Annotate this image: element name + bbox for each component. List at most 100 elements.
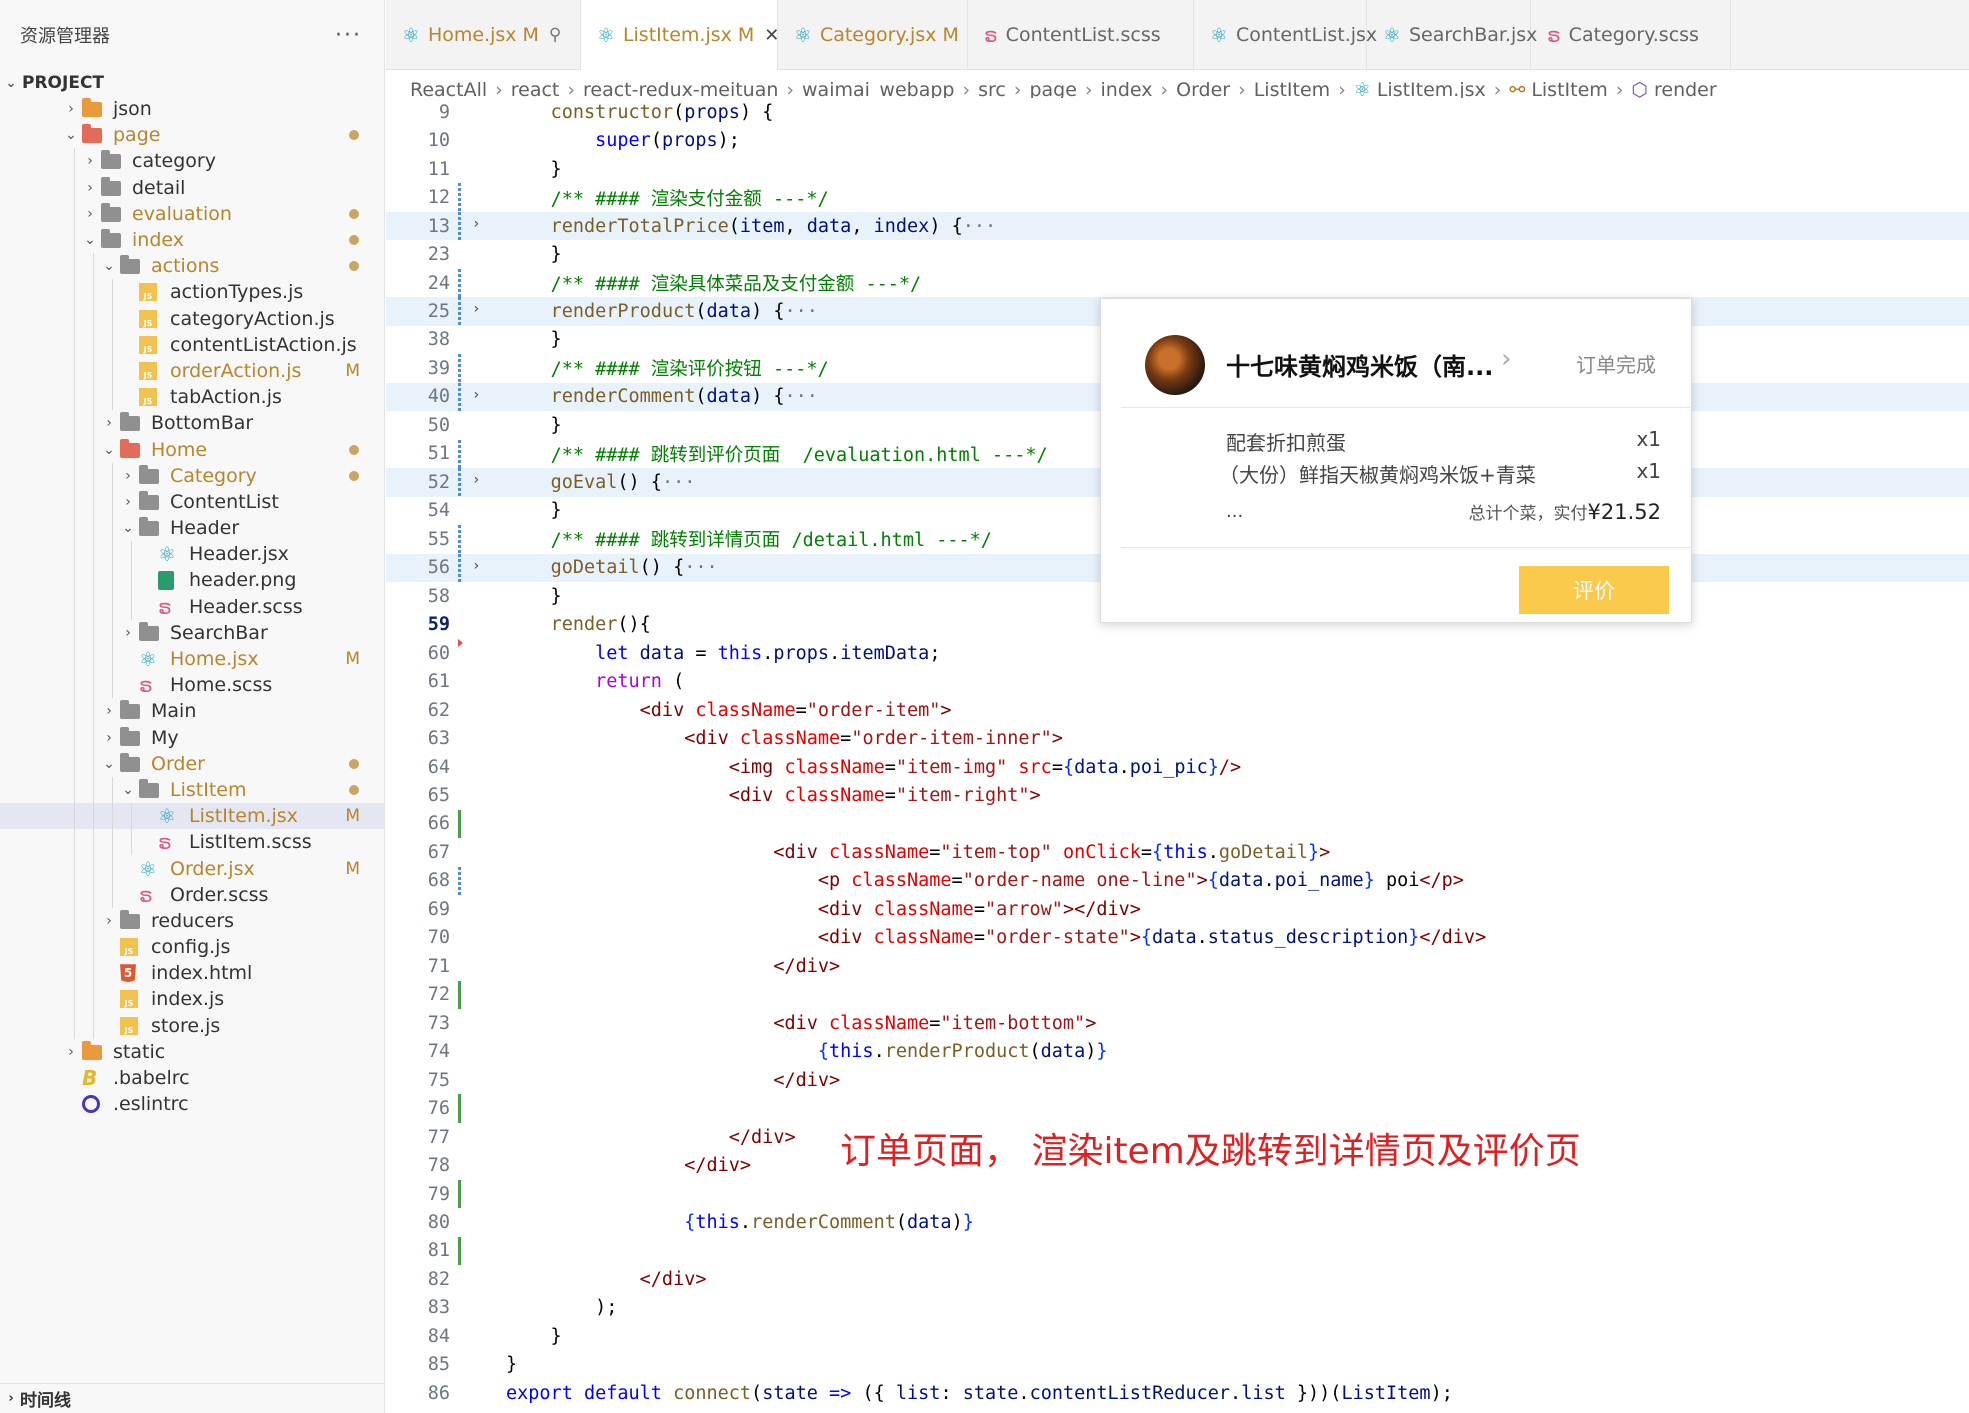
tree-item[interactable]: JS contentListAction.js — [0, 331, 384, 358]
tree-item[interactable]: ຣ Home.scss — [0, 672, 384, 699]
code-line[interactable]: 68 <p className="order-name one-line">{d… — [386, 866, 1969, 896]
code-line[interactable]: 73 <div className="item-bottom"> — [386, 1009, 1969, 1037]
chevron-right-icon[interactable]: › — [98, 415, 120, 431]
chevron-down-icon[interactable]: ⌄ — [60, 127, 82, 143]
fold-chevron-icon[interactable]: › — [472, 472, 480, 488]
gutter[interactable] — [450, 1123, 506, 1151]
tree-item[interactable]: ⌄ ListItem — [0, 776, 384, 804]
code-line[interactable]: 62 <div className="order-item"> — [386, 696, 1969, 724]
tree-item[interactable]: › static — [0, 1039, 384, 1065]
code-line[interactable]: 84 } — [386, 1322, 1969, 1350]
gutter[interactable] — [450, 696, 506, 724]
chevron-right-icon[interactable]: › — [79, 153, 101, 169]
editor-tab[interactable]: ⚛ Home.jsx M ⚲ — [386, 0, 581, 70]
code-line[interactable]: 74 {this.renderProduct(data)} — [386, 1037, 1969, 1065]
tree-item[interactable]: B .babelrc — [0, 1065, 384, 1091]
chevron-down-icon[interactable]: ⌄ — [98, 258, 120, 274]
tree-item[interactable]: JS config.js — [0, 934, 384, 961]
code-editor[interactable]: 9 constructor(props) {10 super(props); 11… — [386, 98, 1969, 1413]
chevron-right-icon[interactable]: › — [98, 703, 120, 719]
tree-item[interactable]: header.png — [0, 567, 384, 594]
gutter[interactable] — [450, 497, 506, 525]
code-line[interactable]: 85} — [386, 1351, 1969, 1379]
gutter[interactable] — [450, 753, 506, 781]
gutter[interactable] — [450, 667, 506, 695]
tree-item[interactable]: JS orderAction.js M — [0, 357, 384, 385]
tree-item[interactable]: 5 index.html — [0, 960, 384, 987]
gutter[interactable] — [450, 1379, 506, 1407]
tree-item[interactable]: JS store.js — [0, 1012, 384, 1039]
tree-item[interactable]: ⌄ Header — [0, 515, 384, 542]
tree-item[interactable]: .eslintrc — [0, 1091, 384, 1117]
code-line[interactable]: 63 <div className="order-item-inner"> — [386, 724, 1969, 752]
gutter[interactable] — [450, 1294, 506, 1322]
code-line[interactable]: 23 } — [386, 240, 1969, 268]
gutter[interactable] — [450, 1066, 506, 1094]
gutter[interactable] — [450, 952, 506, 980]
code-line[interactable]: 10 super(props); — [386, 126, 1969, 154]
order-name[interactable]: 十七味黄焖鸡米饭（南... — [1226, 347, 1493, 382]
gutter[interactable] — [450, 98, 506, 126]
gutter[interactable] — [450, 183, 506, 212]
chevron-down-icon[interactable]: ⌄ — [117, 520, 139, 536]
tree-item[interactable]: ⚛ Home.jsx M — [0, 645, 384, 673]
chevron-right-icon[interactable]: › — [98, 730, 120, 746]
tree-item[interactable]: › Main — [0, 698, 384, 725]
gutter[interactable] — [450, 240, 506, 268]
chevron-right-icon[interactable]: › — [79, 206, 101, 222]
gutter[interactable] — [450, 1236, 506, 1266]
gutter[interactable] — [450, 809, 506, 839]
fold-chevron-icon[interactable]: › — [472, 216, 480, 232]
tree-item[interactable]: › ContentList — [0, 488, 384, 515]
tree-item[interactable]: ⚛ ListItem.jsx M — [0, 803, 384, 830]
code-line[interactable]: 60 let data = this.props.itemData; — [386, 638, 1969, 667]
code-line[interactable]: 67 <div className="item-top" onClick={th… — [386, 838, 1969, 866]
gutter[interactable] — [450, 724, 506, 752]
gutter[interactable] — [450, 924, 506, 952]
gutter[interactable] — [450, 1179, 506, 1209]
gutter[interactable] — [450, 610, 506, 638]
tree-item[interactable]: ຣ Order.scss — [0, 881, 384, 908]
project-section-header[interactable]: ⌄ PROJECT — [0, 70, 384, 96]
tree-item[interactable]: JS categoryAction.js — [0, 305, 384, 332]
gutter[interactable] — [450, 1322, 506, 1350]
tree-item[interactable]: JS actionTypes.js — [0, 279, 384, 306]
editor-tab[interactable]: ⚛ SearchBar.jsx — [1367, 0, 1537, 70]
tree-item[interactable]: › json — [0, 96, 384, 122]
code-line[interactable]: 80 {this.renderComment(data)} — [386, 1208, 1969, 1236]
tree-item[interactable]: ⌄ index — [0, 226, 384, 254]
gutter[interactable] — [450, 1151, 506, 1179]
tree-item[interactable]: ⌄ page — [0, 122, 384, 148]
timeline-section-header[interactable]: › 时间线 — [0, 1383, 384, 1413]
fold-chevron-icon[interactable]: › — [472, 301, 480, 317]
code-line[interactable]: 66 — [386, 809, 1969, 839]
chevron-right-icon[interactable]: › — [60, 1044, 82, 1060]
chevron-right-icon[interactable]: › — [98, 913, 120, 929]
code-line[interactable]: 65 <div className="item-right"> — [386, 781, 1969, 809]
gutter[interactable] — [450, 354, 506, 383]
code-line[interactable]: 70 <div className="order-state">{data.st… — [386, 924, 1969, 952]
chevron-right-icon[interactable]: › — [117, 494, 139, 510]
gutter[interactable] — [450, 582, 506, 610]
tree-item[interactable]: ⌄ actions — [0, 253, 384, 280]
tree-item[interactable]: ຣ Header.scss — [0, 593, 384, 620]
gutter[interactable]: › — [450, 297, 506, 326]
code-line[interactable]: 76 — [386, 1094, 1969, 1123]
tree-item[interactable]: JS tabAction.js — [0, 384, 384, 411]
code-line[interactable]: 69 <div className="arrow"></div> — [386, 895, 1969, 923]
evaluate-button[interactable]: 评价 — [1519, 566, 1669, 614]
tree-item[interactable]: › category — [0, 148, 384, 175]
code-line[interactable]: 83 ); — [386, 1294, 1969, 1322]
gutter[interactable] — [450, 1351, 506, 1379]
code-line[interactable]: 13 › renderTotalPrice(item, data, index) … — [386, 211, 1969, 241]
gutter[interactable] — [450, 1265, 506, 1293]
more-actions-icon[interactable]: ··· — [335, 23, 362, 48]
code-line[interactable]: 61 return ( — [386, 667, 1969, 695]
code-line[interactable]: 24 /** #### 渲染具体菜品及支付金额 ---*/ — [386, 268, 1969, 298]
gutter[interactable] — [450, 980, 506, 1009]
gutter[interactable]: › — [450, 382, 506, 412]
gutter[interactable] — [450, 1094, 506, 1123]
code-line[interactable]: 9 constructor(props) { — [386, 98, 1969, 126]
tree-item[interactable]: ⚛ Order.jsx M — [0, 855, 384, 882]
code-line[interactable]: 75 </div> — [386, 1066, 1969, 1094]
